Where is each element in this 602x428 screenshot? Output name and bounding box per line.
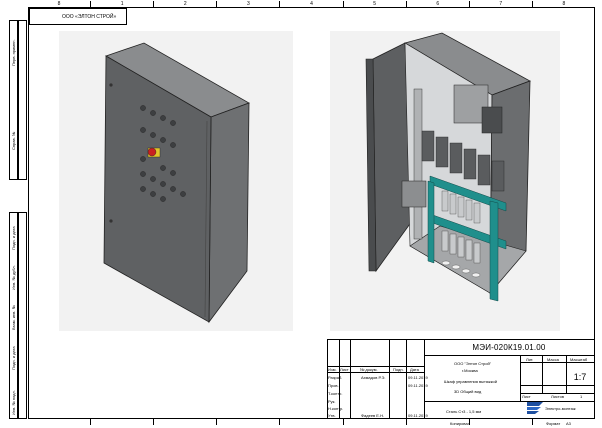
- side-label: Подп. и дата: [11, 346, 16, 370]
- tb-header-sign: Подп.: [393, 367, 404, 372]
- tb-company: ООО "Элтон Строй": [454, 361, 492, 366]
- drawing-designation: МЭИ-020К19.01.00: [472, 343, 546, 352]
- tb-format: Формат: [546, 421, 561, 426]
- tb-product: Шкаф управления вытяжкой: [444, 379, 497, 384]
- tb-city: г.Москва: [462, 368, 478, 373]
- top-stamp: ООО «ЭЛТОН СТРОЙ»: [29, 8, 127, 25]
- tb-sheet: Лист: [522, 394, 531, 399]
- tb-date: 09.11.2019: [408, 375, 428, 380]
- tb-header-date: Дата: [410, 367, 419, 372]
- tb-name: Ахмадов Р.Э.: [361, 375, 386, 380]
- side-label: Справ. №: [11, 131, 16, 150]
- tb-role: Разраб.: [328, 375, 343, 380]
- tb-header-izm: Изм.: [328, 367, 337, 372]
- tb-sheets-value: 1: [580, 394, 583, 399]
- side-label: Подп. и дата: [11, 226, 16, 250]
- side-column-lower-b: [18, 212, 27, 419]
- tb-name: Фадеев Е.Н.: [361, 413, 385, 418]
- tb-material: Сталь Ст3 - 1,5 мм: [446, 409, 482, 414]
- tb-mass: Масса: [547, 357, 559, 362]
- tb-role: Н.контр.: [328, 406, 344, 411]
- tb-lit: Лит.: [526, 357, 534, 362]
- tb-header-doc: № докум.: [360, 367, 378, 372]
- company-logo-icon: [527, 402, 543, 414]
- side-column-upper-b: [18, 20, 27, 180]
- tb-copied: Копировал: [450, 421, 471, 426]
- top-stamp-text: ООО «ЭЛТОН СТРОЙ»: [62, 13, 117, 20]
- side-label: Взам. инв. №: [11, 305, 16, 330]
- tb-role: Т.контр.: [328, 391, 343, 396]
- tb-date: 09.11.2019: [408, 413, 428, 418]
- tb-header-list: Лист: [340, 367, 349, 372]
- tb-role: Рук.: [328, 399, 336, 404]
- drawing-sheet: 8 1 2 3 4 5 6 7 8 ООО «ЭЛТОН СТРОЙ» Перв…: [0, 0, 602, 428]
- open-cabinet-view: [330, 31, 560, 331]
- tb-company-short: Электро-монтаж: [545, 406, 576, 411]
- tb-scale-label: Масштаб: [570, 357, 588, 362]
- zone-strip-bottom: [28, 419, 595, 425]
- side-label: Перв. примен.: [11, 39, 16, 66]
- open-cabinet-illustration: [365, 32, 531, 302]
- side-label: Инв. № дубл.: [11, 265, 16, 290]
- tb-doc-type: 3D Общий вид: [454, 389, 482, 394]
- tb-scale-value: 1:7: [573, 372, 587, 382]
- tb-format-value: A3: [566, 421, 571, 426]
- tb-role: Утв.: [328, 413, 336, 418]
- closed-cabinet-illustration: [103, 42, 250, 324]
- side-label: Инв. № подл.: [11, 390, 16, 415]
- tb-sheets: Листов: [551, 394, 564, 399]
- tb-role: Пров.: [328, 383, 339, 388]
- tb-date: 09.11.2019: [408, 383, 428, 388]
- closed-cabinet-view: [59, 31, 293, 331]
